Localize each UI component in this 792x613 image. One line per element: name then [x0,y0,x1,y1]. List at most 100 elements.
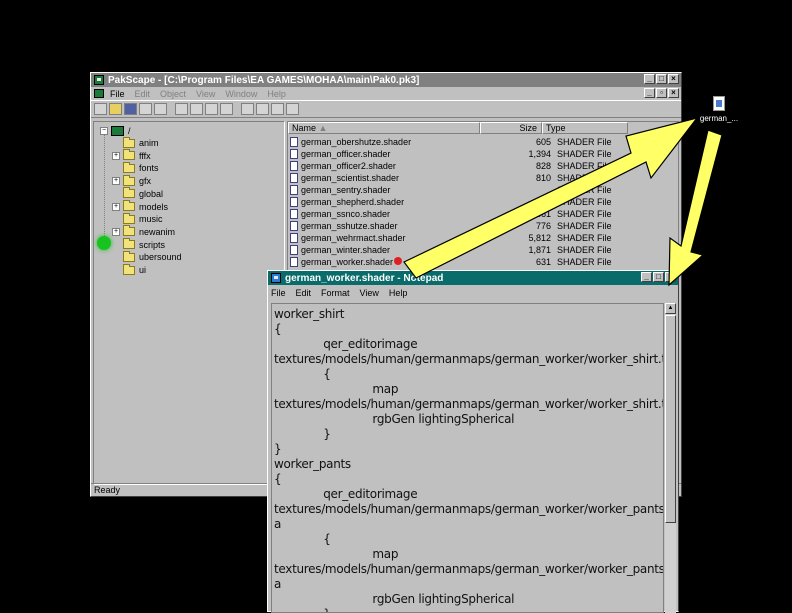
sort-ascending-icon: ▲ [318,123,328,133]
close-button[interactable]: × [668,74,679,84]
menu-edit[interactable]: Edit [135,89,151,99]
text-line: rgbGen lightingSpherical [274,412,515,426]
expand-icon[interactable]: + [112,227,120,236]
menu-window[interactable]: Window [225,89,257,99]
file-row[interactable]: german_obershutze.shader 605 SHADER File [290,136,670,148]
save-icon[interactable] [124,103,137,115]
notepad-titlebar[interactable]: german_worker.shader - Notepad _ □ × [268,271,678,285]
folder-tree[interactable]: − / anim + fffx fonts + gfx global + models music… [93,121,285,485]
expand-icon[interactable]: + [112,151,120,160]
file-row[interactable]: german_winter.shader 1,871 SHADER File [290,244,670,256]
collapse-icon[interactable]: − [100,127,108,135]
notepad-title: german_worker.shader - Notepad [285,272,444,284]
list-view-icon[interactable] [271,103,284,115]
file-row[interactable]: german_sentry.shader SHADER File [290,184,670,196]
scroll-up-button[interactable]: ▲ [665,303,676,314]
tree-folder-label: gfx [139,176,152,187]
open-folder-icon[interactable] [109,103,122,115]
expand-icon[interactable]: + [112,177,120,186]
notepad-text-area[interactable]: worker_shirt{ qer_editorimage textures/mo… [271,303,664,613]
new-icon[interactable] [94,103,107,115]
tree-folder[interactable]: fonts [112,161,159,174]
green-marker-dot [97,236,111,250]
child-window-icon[interactable] [94,89,104,98]
file-row[interactable]: german_shepherd.shader SHADER File [290,196,670,208]
pakscape-titlebar[interactable]: PakScape - [C:\Program Files\EA GAMES\MO… [91,73,681,87]
text-line: a [274,517,282,531]
notepad-minimize-button[interactable]: _ [641,272,652,282]
column-name-label: Name [292,123,317,133]
file-row[interactable]: german_officer2.shader 828 SHADER File [290,160,670,172]
tree-folder[interactable]: ubersound [112,250,182,263]
small-icons-view-icon[interactable] [256,103,269,115]
text-line: map [274,547,399,561]
text-line: qer_editorimage [274,337,418,351]
tree-folder[interactable]: + models [112,200,168,213]
column-header-name[interactable]: Name ▲ [288,122,480,134]
tree-folder[interactable]: scripts [112,238,166,251]
new-folder-icon[interactable] [139,103,152,115]
child-close-button[interactable]: × [668,88,679,98]
notepad-maximize-button[interactable]: □ [653,272,664,282]
np-menu-edit[interactable]: Edit [296,288,312,298]
delete-icon[interactable] [220,103,233,115]
tree-folder[interactable]: ui [112,263,146,276]
np-menu-format[interactable]: Format [321,288,350,298]
menu-help[interactable]: Help [267,89,286,99]
folder-icon [123,238,135,250]
text-line: { [274,532,331,546]
add-file-icon[interactable] [154,103,167,115]
column-header-size[interactable]: Size [480,122,542,134]
folder-icon [123,161,135,173]
scroll-thumb[interactable] [665,315,676,523]
text-line: { [274,322,282,336]
column-type-label: Type [546,123,566,133]
child-restore-button[interactable]: ▫ [656,88,667,98]
file-row[interactable]: german_scientist.shader 810 SHADER File [290,172,670,184]
cut-icon[interactable] [175,103,188,115]
shader-file-icon [290,197,298,207]
child-minimize-button[interactable]: _ [644,88,655,98]
desktop-file-icon[interactable]: german_... [696,96,742,123]
np-menu-help[interactable]: Help [389,288,408,298]
file-row[interactable]: german_ssnco.shader 861 SHADER File [290,208,670,220]
menu-object[interactable]: Object [160,89,186,99]
column-header-type[interactable]: Type [542,122,628,134]
file-row[interactable]: german_sshutze.shader 776 SHADER File [290,220,670,232]
file-name: german_officer.shader [301,149,391,159]
file-size: 1,871 [528,245,551,255]
copy-icon[interactable] [190,103,203,115]
file-size: 5,812 [528,233,551,243]
paste-icon[interactable] [205,103,218,115]
file-type: SHADER File [557,161,612,171]
tree-folder[interactable]: anim [112,136,159,149]
expand-icon[interactable]: + [112,202,120,211]
text-line: } [274,442,282,456]
details-view-icon[interactable] [286,103,299,115]
np-menu-view[interactable]: View [360,288,379,298]
notepad-close-button[interactable]: × [665,272,676,282]
file-row[interactable]: german_officer.shader 1,394 SHADER File [290,148,670,160]
text-line: textures/models/human/germanmaps/german_… [274,562,664,576]
tree-folder[interactable]: music [112,212,163,225]
file-row[interactable]: german_wehrmact.shader 5,812 SHADER File [290,232,670,244]
tree-folder-label: scripts [139,239,166,250]
minimize-button[interactable]: _ [644,74,655,84]
tree-folder[interactable]: + newanim [112,225,175,238]
tree-folder[interactable]: + gfx [112,174,152,187]
text-line: { [274,367,331,381]
vertical-scrollbar[interactable]: ▲ [665,303,676,613]
tree-folder-label: global [139,188,164,199]
tree-folder[interactable]: global [112,187,164,200]
file-name: german_shepherd.shader [301,197,405,207]
menu-file[interactable]: File [110,89,125,99]
folder-icon [123,187,135,199]
large-icons-view-icon[interactable] [241,103,254,115]
menu-view[interactable]: View [196,89,215,99]
file-row[interactable]: german_worker.shader 631 SHADER File [290,256,670,268]
maximize-button[interactable]: □ [656,74,667,84]
tree-folder[interactable]: + fffx [112,149,151,162]
tree-root[interactable]: − / [100,125,131,137]
np-menu-file[interactable]: File [271,288,286,298]
file-name: german_obershutze.shader [301,137,412,147]
